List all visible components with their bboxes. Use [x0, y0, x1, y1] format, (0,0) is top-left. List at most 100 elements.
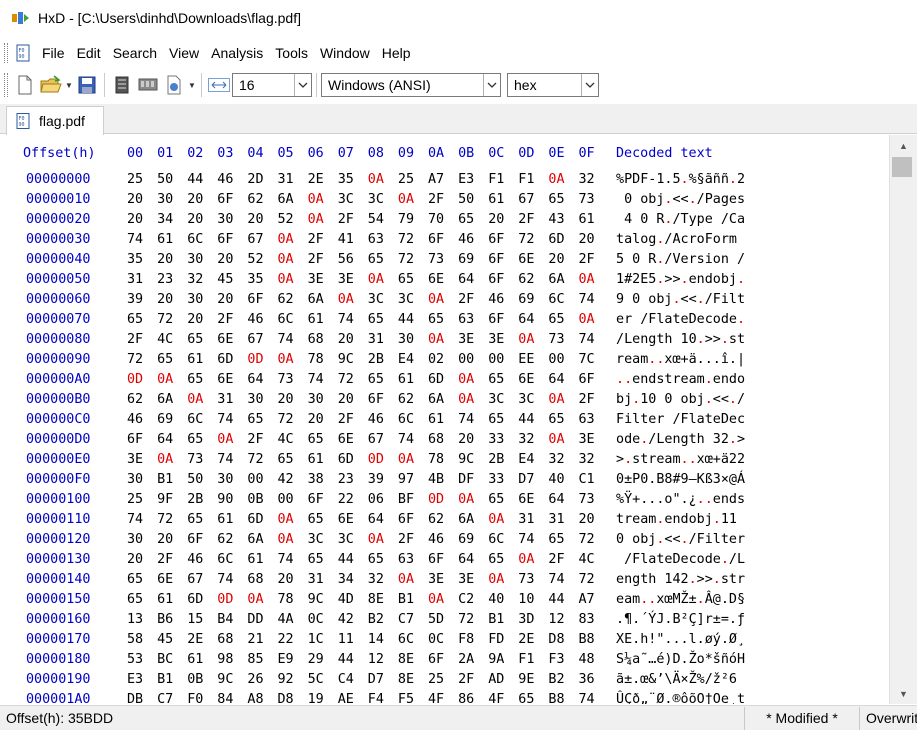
hex-byte[interactable]: 6C — [278, 312, 294, 327]
hex-byte[interactable]: C7 — [157, 692, 173, 704]
hex-byte[interactable]: F1 — [518, 172, 534, 187]
decoded-text[interactable]: Filter /FlateDec — [616, 412, 745, 427]
hex-byte[interactable]: 64 — [458, 552, 474, 567]
hex-byte[interactable]: 74 — [338, 312, 354, 327]
hex-byte[interactable]: 30 — [187, 252, 203, 267]
hex-byte[interactable]: 84 — [217, 692, 233, 704]
hex-byte[interactable]: 3E — [338, 272, 354, 287]
hex-byte[interactable]: 61 — [187, 652, 203, 667]
hex-byte[interactable]: 65 — [368, 252, 384, 267]
hex-byte[interactable]: 7C — [579, 352, 595, 367]
hex-byte[interactable]: 78 — [428, 452, 444, 467]
vertical-scrollbar[interactable]: ▲ ▼ — [889, 135, 917, 704]
hex-byte[interactable]: 10 — [518, 592, 534, 607]
scrollbar-thumb[interactable] — [892, 157, 912, 177]
hex-byte[interactable]: 53 — [127, 652, 143, 667]
hex-byte[interactable]: 2A — [458, 652, 474, 667]
hex-byte[interactable]: 2F — [428, 192, 444, 207]
hex-byte[interactable]: 56 — [338, 252, 354, 267]
hex-byte[interactable]: 6F — [247, 292, 263, 307]
hex-byte[interactable]: 0C — [428, 632, 444, 647]
hex-byte[interactable]: 72 — [278, 412, 294, 427]
hex-byte[interactable]: 32 — [518, 432, 534, 447]
hex-byte[interactable]: 62 — [398, 392, 414, 407]
hex-byte[interactable]: 30 — [127, 532, 143, 547]
hex-byte[interactable]: 9A — [488, 652, 504, 667]
hex-byte[interactable]: 46 — [368, 412, 384, 427]
chevron-down-icon[interactable] — [294, 74, 311, 96]
hex-byte[interactable]: 6C — [548, 292, 564, 307]
hex-byte[interactable]: 2B — [368, 352, 384, 367]
hex-byte[interactable]: 41 — [338, 232, 354, 247]
hex-byte[interactable]: 6A — [278, 192, 294, 207]
hex-byte[interactable]: 3E — [579, 432, 595, 447]
hex-byte[interactable]: 44 — [338, 552, 354, 567]
hex-byte[interactable]: 31 — [278, 172, 294, 187]
hex-byte[interactable]: 0A — [157, 372, 173, 387]
hex-byte[interactable]: 0B — [187, 672, 203, 687]
hex-byte[interactable]: 0B — [247, 492, 263, 507]
decoded-text[interactable]: .¶.´ÝJ.B²Ç]r±=.ƒ — [616, 612, 745, 627]
hex-byte[interactable]: 72 — [247, 452, 263, 467]
hex-byte[interactable]: 72 — [518, 232, 534, 247]
open-file-button[interactable] — [39, 73, 63, 97]
hex-byte[interactable]: 69 — [458, 252, 474, 267]
hex-byte[interactable]: 65 — [548, 312, 564, 327]
hex-byte[interactable]: 25 — [127, 492, 143, 507]
hex-byte[interactable]: 02 — [428, 352, 444, 367]
hex-byte[interactable]: 46 — [127, 412, 143, 427]
hex-byte[interactable]: 6F — [428, 552, 444, 567]
decoded-text[interactable]: 9 0 obj.<<./Filt — [616, 292, 745, 307]
hex-byte[interactable]: 20 — [157, 252, 173, 267]
decoded-text[interactable]: bj.10 0 obj.<<./ — [616, 392, 745, 407]
hex-byte[interactable]: E3 — [458, 172, 474, 187]
hex-byte[interactable]: 67 — [187, 572, 203, 587]
hex-byte[interactable]: 2F — [127, 332, 143, 347]
hex-byte[interactable]: 30 — [398, 332, 414, 347]
hex-byte[interactable]: 6E — [217, 332, 233, 347]
hex-byte[interactable]: 61 — [308, 312, 324, 327]
hex-byte[interactable]: 6A — [548, 272, 564, 287]
hex-byte[interactable]: 3C — [518, 392, 534, 407]
hex-byte[interactable]: 74 — [308, 372, 324, 387]
hex-byte[interactable]: 0A — [428, 332, 444, 347]
hex-byte[interactable]: 0A — [579, 272, 595, 287]
hex-byte[interactable]: 3C — [338, 192, 354, 207]
hex-byte[interactable]: 65 — [308, 512, 324, 527]
hex-byte[interactable]: 64 — [548, 372, 564, 387]
hex-byte[interactable]: 25 — [398, 172, 414, 187]
hex-byte[interactable]: E4 — [398, 352, 414, 367]
hex-byte[interactable]: 67 — [368, 432, 384, 447]
disk-editor-button[interactable] — [110, 73, 134, 97]
hex-byte[interactable]: F1 — [488, 172, 504, 187]
hex-byte[interactable]: 79 — [398, 212, 414, 227]
hex-byte[interactable]: 52 — [247, 252, 263, 267]
hex-byte[interactable]: 0A — [368, 272, 384, 287]
hex-byte[interactable]: 73 — [518, 572, 534, 587]
hex-byte[interactable]: 0A — [548, 432, 564, 447]
hex-byte[interactable]: 74 — [217, 412, 233, 427]
decoded-text[interactable]: ode./Length 32.> — [616, 432, 745, 447]
hex-byte[interactable]: 63 — [368, 232, 384, 247]
hex-byte[interactable]: 6F — [428, 232, 444, 247]
hex-byte[interactable]: 13 — [127, 612, 143, 627]
hex-byte[interactable]: 62 — [428, 512, 444, 527]
hex-byte[interactable]: 20 — [217, 292, 233, 307]
hex-byte[interactable]: 65 — [127, 592, 143, 607]
hex-byte[interactable]: 42 — [278, 472, 294, 487]
hex-byte[interactable]: 40 — [488, 592, 504, 607]
hex-byte[interactable]: 31 — [127, 272, 143, 287]
hex-byte[interactable]: 2F — [338, 212, 354, 227]
hex-byte[interactable]: 23 — [157, 272, 173, 287]
hex-byte[interactable]: 4C — [579, 552, 595, 567]
menu-grip[interactable] — [4, 43, 8, 63]
hex-byte[interactable]: 50 — [157, 172, 173, 187]
hex-byte[interactable]: 61 — [488, 192, 504, 207]
hex-byte[interactable]: 46 — [458, 232, 474, 247]
hex-byte[interactable]: 32 — [187, 272, 203, 287]
hex-byte[interactable]: 74 — [127, 512, 143, 527]
hex-byte[interactable]: 6C — [187, 412, 203, 427]
hex-byte[interactable]: 61 — [157, 592, 173, 607]
hex-byte[interactable]: 62 — [518, 272, 534, 287]
hex-byte[interactable]: C2 — [458, 592, 474, 607]
